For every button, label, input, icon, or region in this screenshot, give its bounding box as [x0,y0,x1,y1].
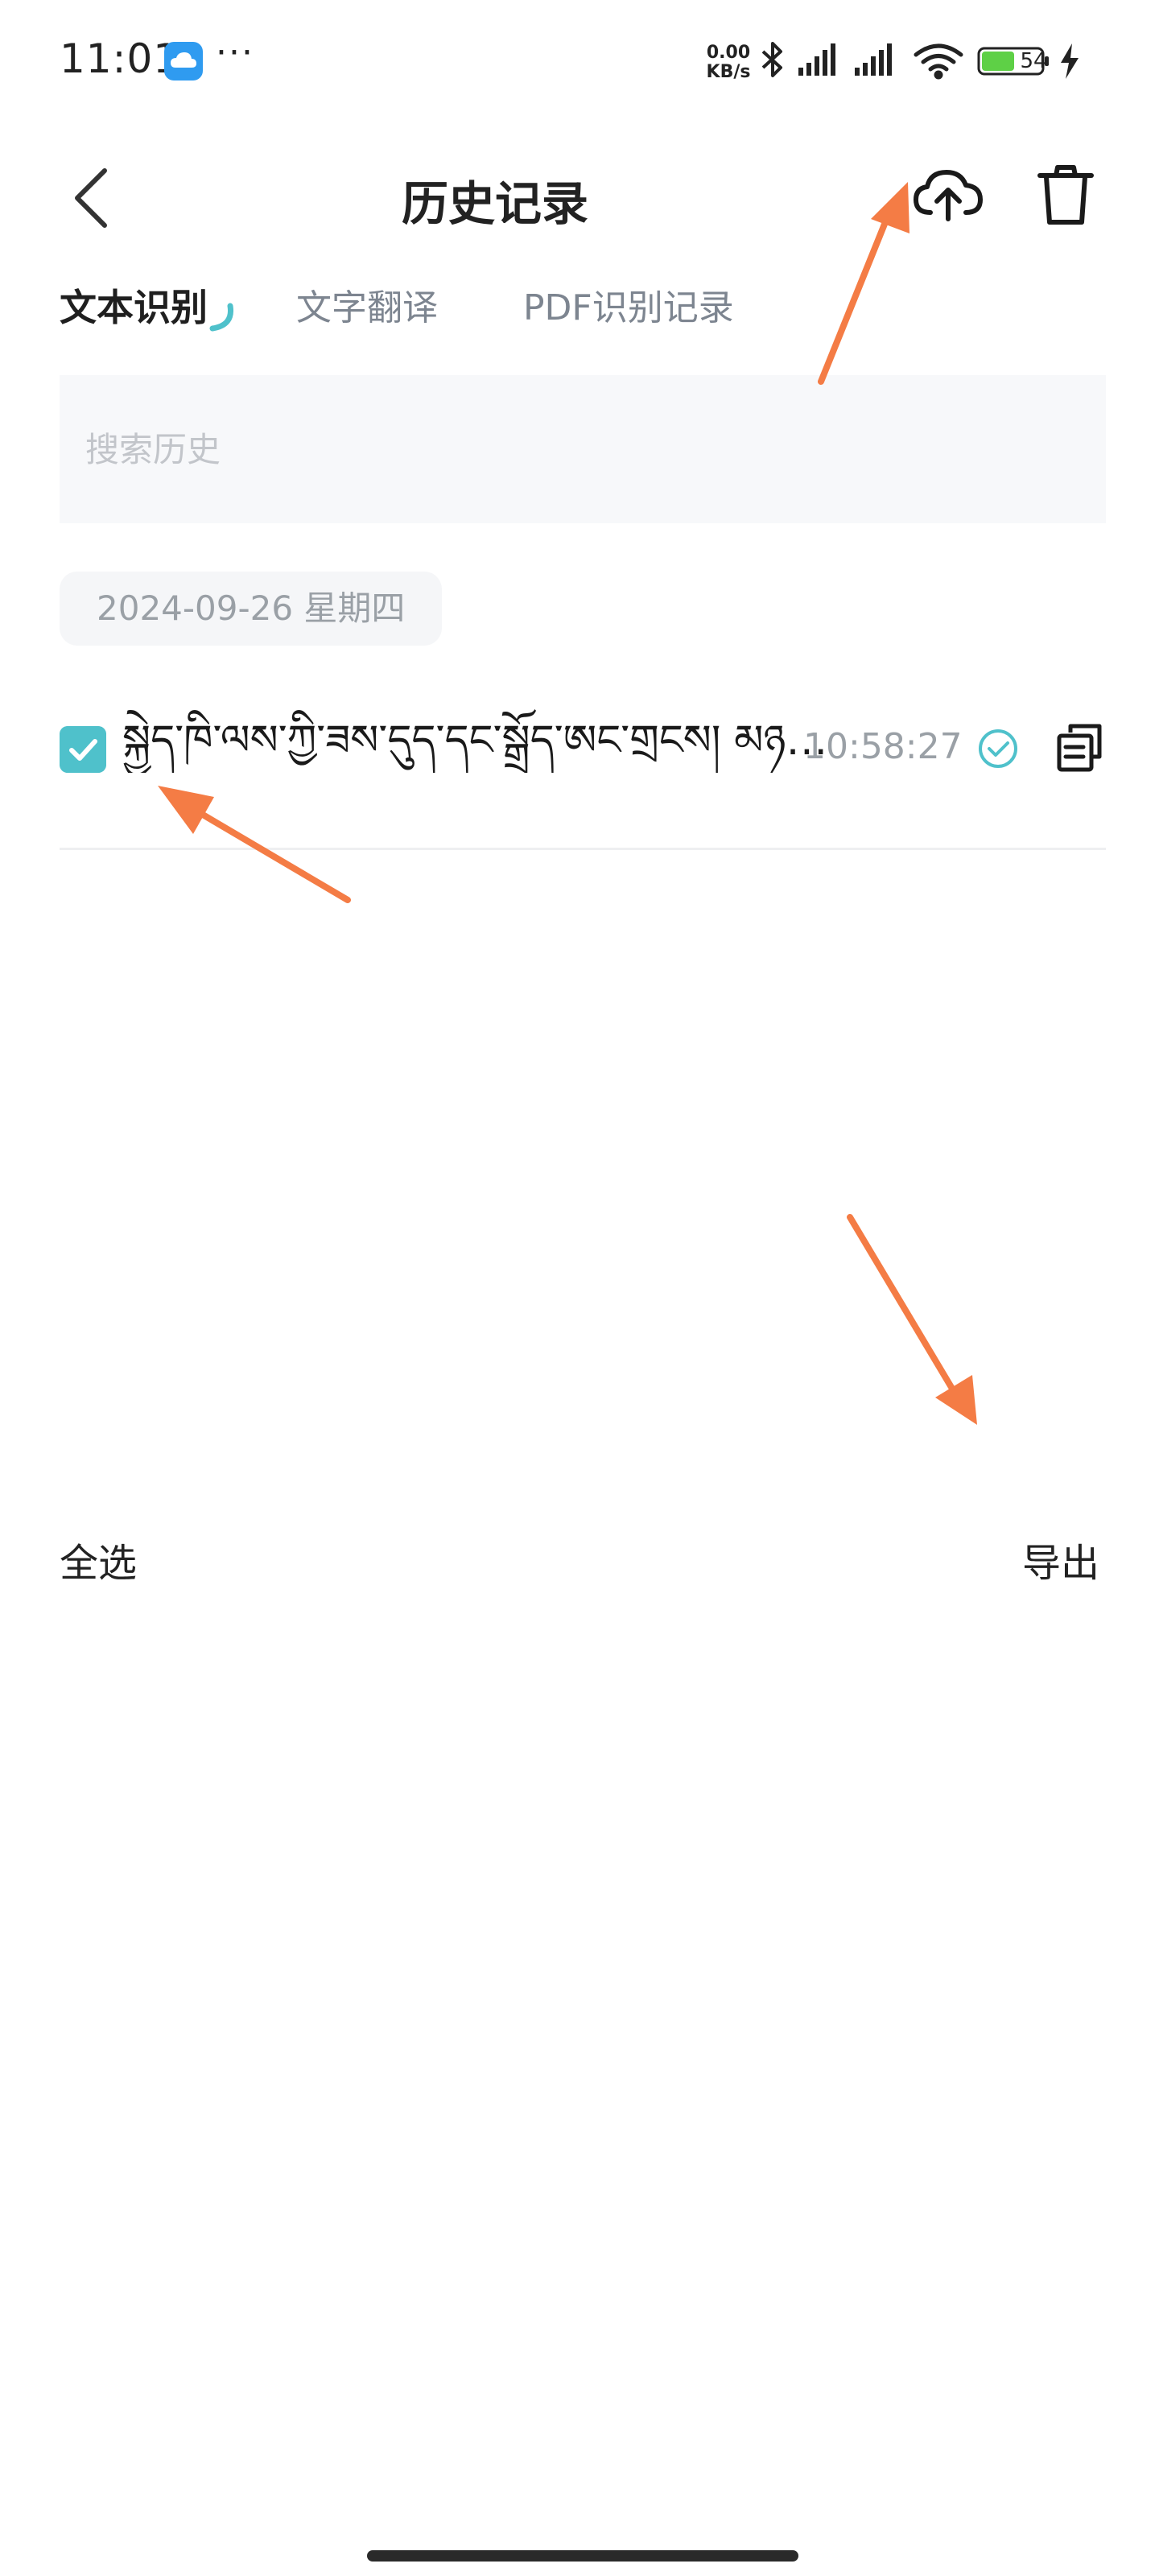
record-time: 10:58:27 [803,726,963,767]
net-speed-value: 0.00 [706,43,751,63]
date-group-label: 2024-09-26 星期四 [60,572,443,646]
signal-icon [798,43,835,76]
home-indicator[interactable] [367,2550,798,2562]
cloud-app-icon [164,42,203,80]
record-text: སྐྱེད་ཁི་ལས་ཀྱི་ཟས་དུད་དང་སྒྲོད་ཨང་གྲངས།… [122,716,831,765]
tab-bar: 文本识别 文字翻译 PDF识别记录 [0,266,1159,346]
tab-text-recognition[interactable]: 文本识别 [60,279,208,332]
page-title: 历史记录 [401,176,588,231]
annotation-arrow-export [847,1214,977,1425]
tab-text-translation[interactable]: 文字翻译 [296,279,438,330]
tab-pdf-records[interactable]: PDF识别记录 [523,279,734,330]
cloud-upload-icon[interactable] [909,163,987,227]
search-input[interactable] [60,375,1106,523]
overflow-dots: ··· [216,32,254,73]
select-all-button[interactable]: 全选 [60,1531,137,1587]
history-row[interactable]: སྐྱེད་ཁི་ལས་ཀྱི་ཟས་དུད་དང་སྒྲོད་ཨང་གྲངས།… [60,692,1106,802]
status-bar: 11:01 ··· 0.00 KB/s 54 [0,0,1159,121]
net-speed-unit: KB/s [706,62,751,82]
copy-icon[interactable] [1053,721,1106,774]
net-speed: 0.00 KB/s [700,43,757,82]
header: 历史记录 [0,145,1159,250]
trash-icon[interactable] [1035,161,1096,229]
status-time: 11:01 [60,35,180,82]
export-button[interactable]: 导出 [1022,1531,1099,1587]
wifi-icon [914,43,963,80]
row-checkbox[interactable] [60,726,106,773]
row-divider [60,848,1106,850]
signal-icon-2 [855,43,892,76]
tab-active-indicator [209,303,234,332]
bluetooth-icon [761,42,782,77]
annotation-arrow-checkbox [158,786,351,903]
check-circle-icon [979,729,1017,768]
battery-level: 54 [1020,49,1047,73]
